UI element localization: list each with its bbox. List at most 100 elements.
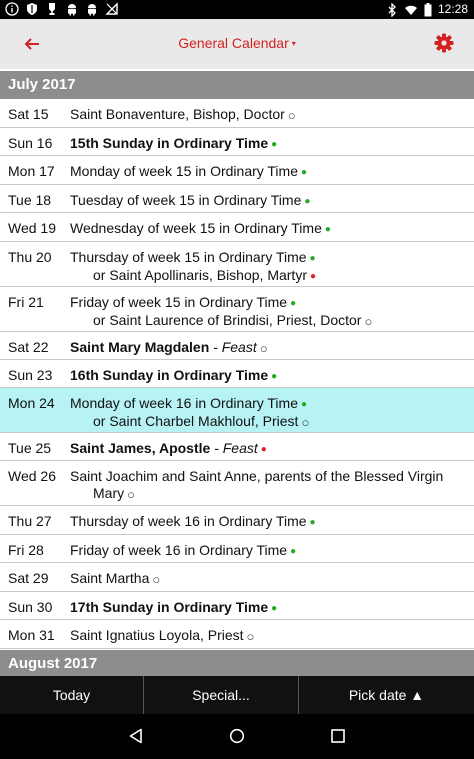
day-row[interactable]: Sat 29 Saint Martha ○ (0, 563, 474, 592)
system-nav-bar (0, 714, 474, 759)
back-triangle-icon[interactable] (128, 728, 144, 744)
android-icon (68, 4, 76, 16)
celebration-name: Tuesday of week 15 in Ordinary Time (70, 192, 302, 208)
optional-memorial-line: Mary ○ (70, 485, 466, 503)
day-date: Sat 15 (8, 106, 49, 122)
recents-square-icon[interactable] (330, 728, 346, 744)
celebrations: 15th Sunday in Ordinary Time ● (70, 135, 466, 153)
celebrations: Saint Bonaventure, Bishop, Doctor ○ (70, 106, 466, 124)
day-row[interactable]: Thu 20 Thursday of week 15 in Ordinary T… (0, 242, 474, 287)
celebration-name: Friday of week 15 in Ordinary Time (70, 294, 288, 310)
day-row[interactable]: Sat 22 Saint Mary Magdalen - Feast ○ (0, 332, 474, 360)
battery-icon (424, 2, 432, 16)
day-row[interactable]: Tue 18 Tuesday of week 15 in Ordinary Ti… (0, 185, 474, 213)
celebration-line: 16th Sunday in Ordinary Time ● (70, 367, 466, 385)
liturgical-color-white-icon: ○ (152, 572, 161, 587)
liturgical-color-green-icon: ● (301, 399, 308, 410)
day-row[interactable]: Wed 19 Wednesday of week 15 in Ordinary … (0, 213, 474, 242)
day-row[interactable]: Sat 15 Saint Bonaventure, Bishop, Doctor… (0, 99, 474, 128)
liturgical-color-green-icon: ● (301, 167, 308, 178)
bluetooth-icon (388, 2, 396, 17)
celebration-name: Thursday of week 16 in Ordinary Time (70, 513, 307, 529)
home-circle-icon[interactable] (229, 728, 245, 744)
day-date: Tue 18 (8, 192, 52, 208)
optional-memorial-line: or Saint Charbel Makhlouf, Priest ○ (70, 413, 466, 431)
day-date: Thu 27 (8, 513, 52, 529)
status-bar: 12:28 (0, 0, 474, 19)
liturgical-color-green-icon: ● (290, 298, 297, 309)
calendar-selector[interactable]: General Calendar ▾ (0, 35, 474, 51)
day-row[interactable]: Fri 21 Friday of week 15 in Ordinary Tim… (0, 287, 474, 332)
celebration-name: 16th Sunday in Ordinary Time (70, 367, 269, 383)
celebrations: Friday of week 16 in Ordinary Time ● (70, 542, 466, 560)
liturgical-color-green-icon: ● (271, 139, 278, 150)
liturgical-color-white-icon: ○ (246, 629, 255, 644)
liturgical-color-red-icon: ● (260, 444, 267, 455)
celebration-line: Friday of week 15 in Ordinary Time ● (70, 294, 466, 312)
day-date: Sun 16 (8, 135, 53, 151)
celebrations: Friday of week 15 in Ordinary Time ● or Sa… (70, 294, 466, 330)
optional-memorial-line: or Saint Laurence of Brindisi, Priest, D… (70, 312, 466, 330)
celebration-line: Tuesday of week 15 in Ordinary Time ● (70, 192, 466, 210)
liturgical-color-white-icon: ○ (364, 314, 373, 329)
liturgical-color-white-icon: ○ (301, 415, 310, 430)
day-date: Fri 21 (8, 294, 44, 310)
celebrations: 17th Sunday in Ordinary Time ● (70, 599, 466, 617)
day-date: Sun 23 (8, 367, 53, 383)
pick-date-button[interactable]: Pick date ▲ (299, 676, 474, 714)
liturgical-color-green-icon: ● (271, 603, 278, 614)
celebration-name: 17th Sunday in Ordinary Time (70, 599, 269, 615)
liturgical-color-white-icon: ○ (127, 487, 135, 502)
month-header: August 2017 (0, 650, 474, 678)
celebrations: Saint Mary Magdalen - Feast ○ (70, 339, 466, 357)
day-date: Sat 29 (8, 570, 49, 586)
celebration-name: Saint James, Apostle (70, 440, 211, 456)
celebration-line: Wednesday of week 15 in Ordinary Time ● (70, 220, 466, 238)
celebration-name: Saint Ignatius Loyola, Priest (70, 627, 244, 643)
android-icon (88, 4, 96, 16)
celebrations: Tuesday of week 15 in Ordinary Time ● (70, 192, 466, 210)
day-row[interactable]: Thu 27 Thursday of week 16 in Ordinary T… (0, 506, 474, 535)
day-row[interactable]: Wed 26 Saint Joachim and Saint Anne, par… (0, 461, 474, 506)
day-row[interactable]: Tue 25 Saint James, Apostle - Feast ● (0, 433, 474, 461)
liturgical-color-white-icon: ○ (259, 341, 268, 356)
celebration-line: Saint Bonaventure, Bishop, Doctor ○ (70, 106, 466, 124)
day-row[interactable]: Mon 17 Monday of week 15 in Ordinary Tim… (0, 156, 474, 185)
special-button[interactable]: Special... (144, 676, 298, 714)
day-row[interactable]: Sun 16 15th Sunday in Ordinary Time ● (0, 128, 474, 156)
liturgical-color-red-icon: ● (309, 271, 317, 282)
celebrations: Saint Joachim and Saint Anne, parents of… (70, 468, 466, 503)
celebration-name: Saint Bonaventure, Bishop, Doctor (70, 106, 285, 122)
today-button[interactable]: Today (0, 676, 143, 714)
celebration-name: Thursday of week 15 in Ordinary Time (70, 249, 307, 265)
celebration-name: Saint Martha (70, 570, 150, 586)
celebrations: Saint Ignatius Loyola, Priest ○ (70, 627, 466, 645)
wifi-icon (404, 5, 417, 15)
celebration-line: 17th Sunday in Ordinary Time ● (70, 599, 466, 617)
celebration-name: Monday of week 15 in Ordinary Time (70, 163, 298, 179)
day-date: Tue 25 (8, 440, 52, 456)
celebrations: Thursday of week 16 in Ordinary Time ● (70, 513, 466, 531)
status-icons-left (5, 2, 119, 16)
liturgical-color-white-icon: ○ (287, 108, 296, 123)
celebration-name: Wednesday of week 15 in Ordinary Time (70, 220, 322, 236)
bottom-action-bar: Today Special... Pick date ▲ (0, 676, 474, 714)
liturgical-color-green-icon: ● (304, 196, 311, 207)
celebration-name: 15th Sunday in Ordinary Time (70, 135, 269, 151)
celebration-name: or Saint Laurence of Brindisi, Priest, D… (93, 312, 362, 328)
celebrations: Monday of week 16 in Ordinary Time ● or Sa… (70, 395, 466, 431)
celebrations: Wednesday of week 15 in Ordinary Time ● (70, 220, 466, 238)
day-row[interactable]: Fri 28 Friday of week 16 in Ordinary Tim… (0, 535, 474, 563)
day-row[interactable]: Mon 31 Saint Ignatius Loyola, Priest ○ (0, 620, 474, 649)
gear-icon[interactable] (434, 33, 454, 53)
celebration-line: Thursday of week 16 in Ordinary Time ● (70, 513, 466, 531)
day-date: Sun 30 (8, 599, 53, 615)
celebration-name: or Saint Charbel Makhlouf, Priest (93, 413, 299, 429)
celebration-line: 15th Sunday in Ordinary Time ● (70, 135, 466, 153)
day-date: Mon 24 (8, 395, 55, 411)
day-row-selected[interactable]: Mon 24 Monday of week 16 in Ordinary Tim… (0, 388, 474, 433)
day-row[interactable]: Sun 23 16th Sunday in Ordinary Time ● (0, 360, 474, 388)
day-date: Thu 20 (8, 249, 52, 265)
day-row[interactable]: Sun 30 17th Sunday in Ordinary Time ● (0, 592, 474, 620)
no-sim-icon (105, 2, 118, 15)
